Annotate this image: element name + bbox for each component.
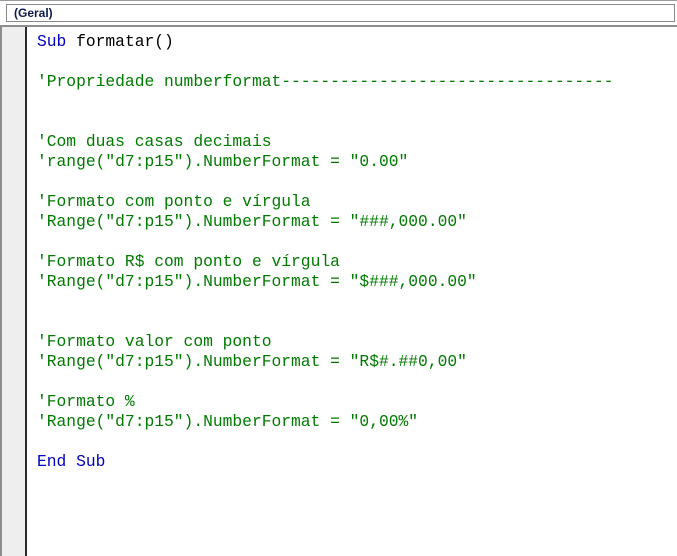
code-line[interactable]: 'Range("d7:p15").NumberFormat = "0,00%" <box>27 412 677 432</box>
code-line[interactable]: 'Range("d7:p15").NumberFormat = "###,000… <box>27 212 677 232</box>
code-token-comment: 'Formato valor com ponto <box>37 332 272 351</box>
code-line[interactable]: 'Range("d7:p15").NumberFormat = "$###,00… <box>27 272 677 292</box>
code-token-comment: 'Range("d7:p15").NumberFormat = "$###,00… <box>37 272 477 291</box>
code-token-comment: 'Formato com ponto e vírgula <box>37 192 311 211</box>
vba-code-editor-window: (Geral) Sub formatar() 'Propriedade numb… <box>0 0 677 556</box>
code-token-comment: 'Range("d7:p15").NumberFormat = "R$#.##0… <box>37 352 467 371</box>
code-line[interactable] <box>27 112 677 132</box>
code-line[interactable]: 'Com duas casas decimais <box>27 132 677 152</box>
code-line[interactable]: 'range("d7:p15").NumberFormat = "0.00" <box>27 152 677 172</box>
object-dropdown-value: (Geral) <box>14 6 53 20</box>
code-line[interactable] <box>27 52 677 72</box>
code-token-comment: 'Propriedade numberformat---------------… <box>37 72 614 91</box>
code-line[interactable]: 'Formato com ponto e vírgula <box>27 192 677 212</box>
code-token-keyword: End Sub <box>37 452 106 471</box>
code-line[interactable]: 'Propriedade numberformat---------------… <box>27 72 677 92</box>
code-text-area[interactable]: Sub formatar() 'Propriedade numberformat… <box>27 27 677 556</box>
code-line[interactable] <box>27 232 677 252</box>
code-pane: Sub formatar() 'Propriedade numberformat… <box>0 27 677 556</box>
code-line[interactable]: 'Formato % <box>27 392 677 412</box>
code-line[interactable]: End Sub <box>27 452 677 472</box>
code-line[interactable] <box>27 432 677 452</box>
code-token-keyword: Sub <box>37 32 77 51</box>
object-dropdown[interactable]: (Geral) <box>6 4 675 22</box>
code-line[interactable] <box>27 312 677 332</box>
code-token-comment: 'range("d7:p15").NumberFormat = "0.00" <box>37 152 409 171</box>
code-line[interactable]: 'Formato R$ com ponto e vírgula <box>27 252 677 272</box>
code-token-comment: 'Formato R$ com ponto e vírgula <box>37 252 340 271</box>
code-token-plain: formatar() <box>76 32 174 51</box>
code-line[interactable]: 'Range("d7:p15").NumberFormat = "R$#.##0… <box>27 352 677 372</box>
code-line[interactable] <box>27 92 677 112</box>
code-window-selector-bar: (Geral) <box>0 0 677 27</box>
code-token-comment: 'Com duas casas decimais <box>37 132 272 151</box>
code-line[interactable]: Sub formatar() <box>27 32 677 52</box>
code-line[interactable] <box>27 372 677 392</box>
code-line[interactable]: 'Formato valor com ponto <box>27 332 677 352</box>
code-token-comment: 'Range("d7:p15").NumberFormat = "###,000… <box>37 212 467 231</box>
code-line[interactable] <box>27 292 677 312</box>
code-line[interactable] <box>27 172 677 192</box>
code-token-comment: 'Formato % <box>37 392 135 411</box>
code-token-comment: 'Range("d7:p15").NumberFormat = "0,00%" <box>37 412 419 431</box>
margin-indicator-bar[interactable] <box>0 27 27 556</box>
